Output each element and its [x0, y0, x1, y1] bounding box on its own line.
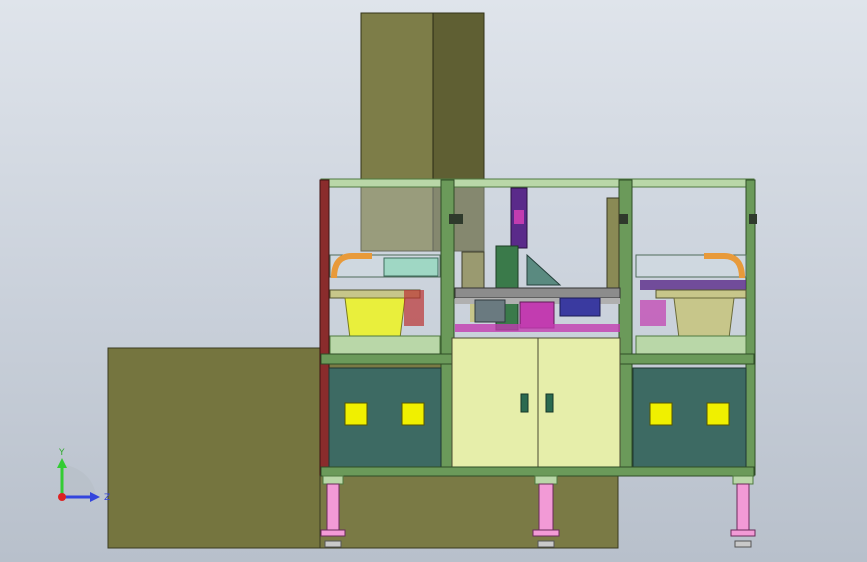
z-axis-label: Z	[104, 493, 110, 503]
y-axis-label: Y	[58, 448, 65, 458]
left-indicator-2	[401, 402, 425, 426]
left-indicator-1	[344, 402, 368, 426]
cad-viewport[interactable]: Y Z	[0, 0, 867, 562]
door-handle-left	[520, 393, 529, 413]
assembly-drawing: Y Z	[57, 12, 757, 549]
door-handle-right	[545, 393, 554, 413]
center-cabinet	[451, 337, 621, 469]
leg-right	[730, 475, 756, 548]
right-cabinet	[632, 367, 747, 469]
right-vibratory-bowl	[635, 253, 747, 355]
right-indicator-1	[649, 402, 673, 426]
left-vibratory-bowl	[329, 253, 441, 355]
origin-marker	[58, 493, 66, 501]
right-indicator-2	[706, 402, 730, 426]
left-cabinet	[328, 367, 442, 469]
linear-track	[454, 287, 621, 332]
coordinate-triad-icon: Y Z	[57, 448, 110, 503]
bottom-rail	[320, 466, 755, 477]
